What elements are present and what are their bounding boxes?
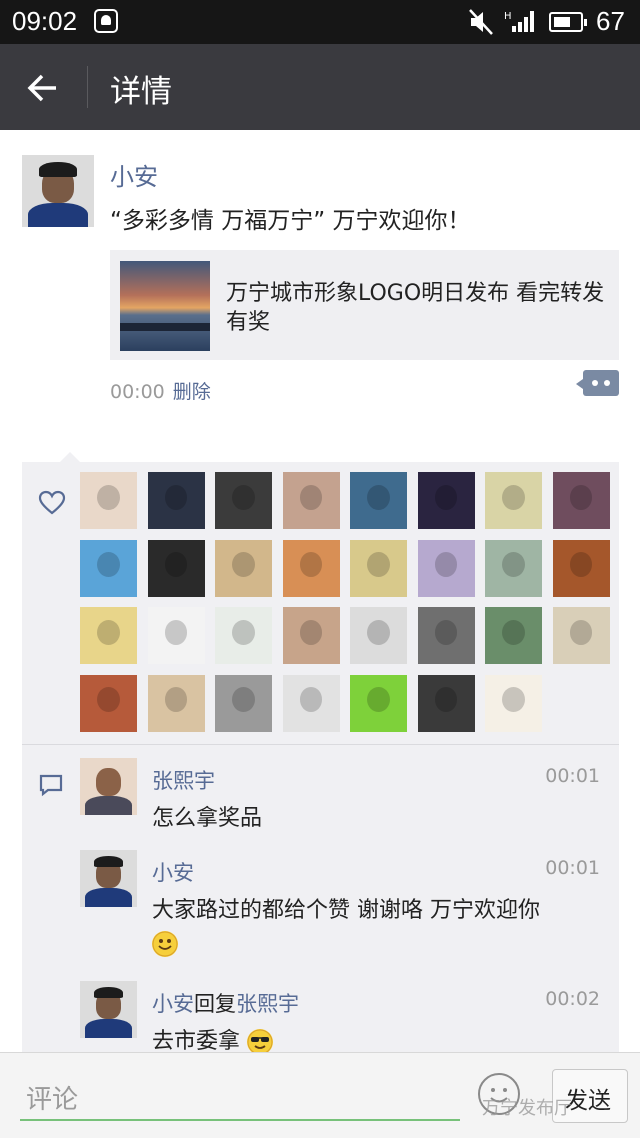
- like-avatar[interactable]: [147, 539, 205, 597]
- likes-comments-panel: 张熙宇 00:01 怎么拿奖品 小安 00:01 大家路过的都给个赞 谢谢咯 万…: [22, 452, 619, 1055]
- likes-divider: [22, 744, 619, 745]
- signal-icon: H: [504, 11, 534, 32]
- author-avatar[interactable]: [22, 155, 94, 227]
- like-avatar[interactable]: [282, 674, 340, 732]
- comment-text-content: 去市委拿: [152, 1029, 241, 1054]
- reply-target[interactable]: 张熙宇: [236, 992, 299, 1016]
- like-avatar[interactable]: [350, 472, 407, 529]
- like-avatar[interactable]: [147, 674, 205, 732]
- like-avatar[interactable]: [80, 539, 137, 597]
- like-avatar[interactable]: [350, 539, 407, 597]
- commenter-name: 小安回复张熙宇: [152, 988, 299, 1018]
- comment-options-button[interactable]: [576, 370, 619, 396]
- like-avatar[interactable]: [80, 607, 137, 664]
- like-avatar[interactable]: [215, 674, 272, 732]
- like-avatar[interactable]: [417, 539, 475, 597]
- like-avatar[interactable]: [350, 607, 407, 664]
- comment-time: 00:01: [545, 765, 600, 787]
- comment-icon: [39, 774, 63, 797]
- page-title: 详情: [110, 74, 172, 110]
- header-divider: [87, 66, 88, 108]
- smile-emoji-icon: [152, 931, 178, 957]
- shared-link-card[interactable]: 万宁城市形象LOGO明日发布 看完转发有奖: [110, 250, 619, 360]
- author-name[interactable]: 小安: [110, 157, 158, 192]
- comment-time: 00:02: [545, 988, 600, 1010]
- back-arrow-icon[interactable]: [22, 68, 62, 108]
- status-bar: 09:02 H 67: [0, 0, 640, 44]
- comment-text: 怎么拿奖品: [152, 806, 263, 831]
- like-avatar[interactable]: [485, 472, 542, 529]
- reply-word: 回复: [194, 992, 236, 1016]
- like-avatar[interactable]: [417, 607, 475, 664]
- battery-percentage: 67: [596, 6, 625, 36]
- watermark-text: 万宁发布厅: [482, 1098, 572, 1119]
- like-avatar[interactable]: [80, 472, 137, 529]
- like-avatar[interactable]: [282, 607, 340, 664]
- like-avatar[interactable]: [282, 472, 340, 529]
- commenter-name[interactable]: 张熙宇: [152, 765, 215, 795]
- like-avatar[interactable]: [485, 607, 542, 664]
- post-time: 00:00: [110, 381, 165, 403]
- notification-icon: [94, 9, 118, 33]
- commenter-avatar[interactable]: [80, 758, 137, 815]
- like-avatar[interactable]: [282, 539, 340, 597]
- like-avatar[interactable]: [552, 472, 610, 529]
- mute-icon: [469, 9, 493, 35]
- comment-placeholder: 评论: [26, 1085, 79, 1115]
- like-avatar[interactable]: [215, 607, 272, 664]
- like-avatar[interactable]: [147, 472, 205, 529]
- delete-button[interactable]: 删除: [173, 381, 211, 403]
- post-meta: 00:00 删除: [110, 377, 211, 404]
- like-avatar[interactable]: [417, 674, 475, 732]
- signal-label: H: [504, 11, 512, 22]
- commenter-name[interactable]: 小安: [152, 857, 194, 887]
- like-avatar[interactable]: [417, 472, 475, 529]
- commenter-avatar[interactable]: [80, 850, 137, 907]
- like-avatar[interactable]: [215, 539, 272, 597]
- like-avatar[interactable]: [80, 674, 137, 732]
- like-avatar[interactable]: [485, 674, 542, 732]
- like-avatar[interactable]: [147, 607, 205, 664]
- comment-time: 00:01: [545, 857, 600, 879]
- like-avatar[interactable]: [552, 607, 610, 664]
- like-avatar[interactable]: [485, 539, 542, 597]
- like-avatar[interactable]: [552, 539, 610, 597]
- comment-text: 大家路过的都给个赞 谢谢咯 万宁欢迎你: [152, 894, 602, 960]
- reply-author[interactable]: 小安: [152, 992, 194, 1016]
- like-avatar[interactable]: [350, 674, 407, 732]
- comment-text-content: 大家路过的都给个赞 谢谢咯 万宁欢迎你: [152, 898, 540, 923]
- header-bar: 详情: [0, 44, 640, 130]
- post-text: “多彩多情 万福万宁” 万宁欢迎你！: [110, 208, 471, 234]
- heart-icon: [38, 490, 66, 515]
- link-thumbnail: [120, 261, 210, 351]
- like-avatar[interactable]: [215, 472, 272, 529]
- comment-input[interactable]: 评论: [20, 1073, 460, 1121]
- panel-pointer: [60, 452, 80, 462]
- battery-fill: [554, 17, 571, 27]
- commenter-avatar[interactable]: [80, 981, 137, 1038]
- status-time: 09:02: [12, 6, 78, 36]
- link-title: 万宁城市形象LOGO明日发布 看完转发有奖: [226, 281, 605, 335]
- battery-icon: [549, 12, 587, 32]
